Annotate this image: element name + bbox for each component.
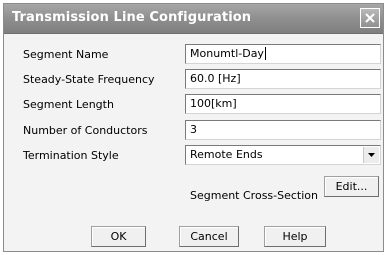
segment-name-input[interactable]: Monumtl-Day — [185, 44, 381, 64]
close-button[interactable] — [360, 8, 380, 28]
dialog-title: Transmission Line Configuration — [12, 10, 252, 25]
termination-label: Termination Style — [23, 149, 119, 162]
ok-button[interactable]: OK — [91, 226, 146, 247]
length-value: 100[km] — [190, 97, 237, 110]
length-label: Segment Length — [23, 98, 114, 111]
dropdown-button[interactable] — [363, 147, 379, 163]
frequency-value: 60.0 [Hz] — [190, 72, 241, 85]
frequency-label: Steady-State Frequency — [23, 73, 155, 86]
frequency-input[interactable]: 60.0 [Hz] — [185, 69, 381, 89]
termination-value: Remote Ends — [190, 148, 263, 161]
dialog-window: Transmission Line Configuration Segment … — [3, 3, 384, 252]
chevron-down-icon — [368, 153, 375, 157]
cross-section-label: Segment Cross-Section — [190, 189, 318, 202]
conductors-value: 3 — [190, 123, 197, 136]
segment-name-label: Segment Name — [23, 48, 109, 61]
length-input[interactable]: 100[km] — [185, 94, 381, 114]
cancel-button[interactable]: Cancel — [179, 226, 239, 247]
text-cursor — [264, 47, 266, 60]
edit-cross-section-button[interactable]: Edit... — [324, 176, 379, 197]
help-button[interactable]: Help — [264, 226, 326, 247]
conductors-input[interactable]: 3 — [185, 120, 381, 140]
termination-select[interactable]: Remote Ends — [185, 145, 381, 165]
segment-name-value: Monumtl-Day — [190, 47, 264, 60]
close-icon — [365, 13, 375, 23]
title-bar[interactable]: Transmission Line Configuration — [4, 4, 383, 34]
conductors-label: Number of Conductors — [23, 124, 148, 137]
